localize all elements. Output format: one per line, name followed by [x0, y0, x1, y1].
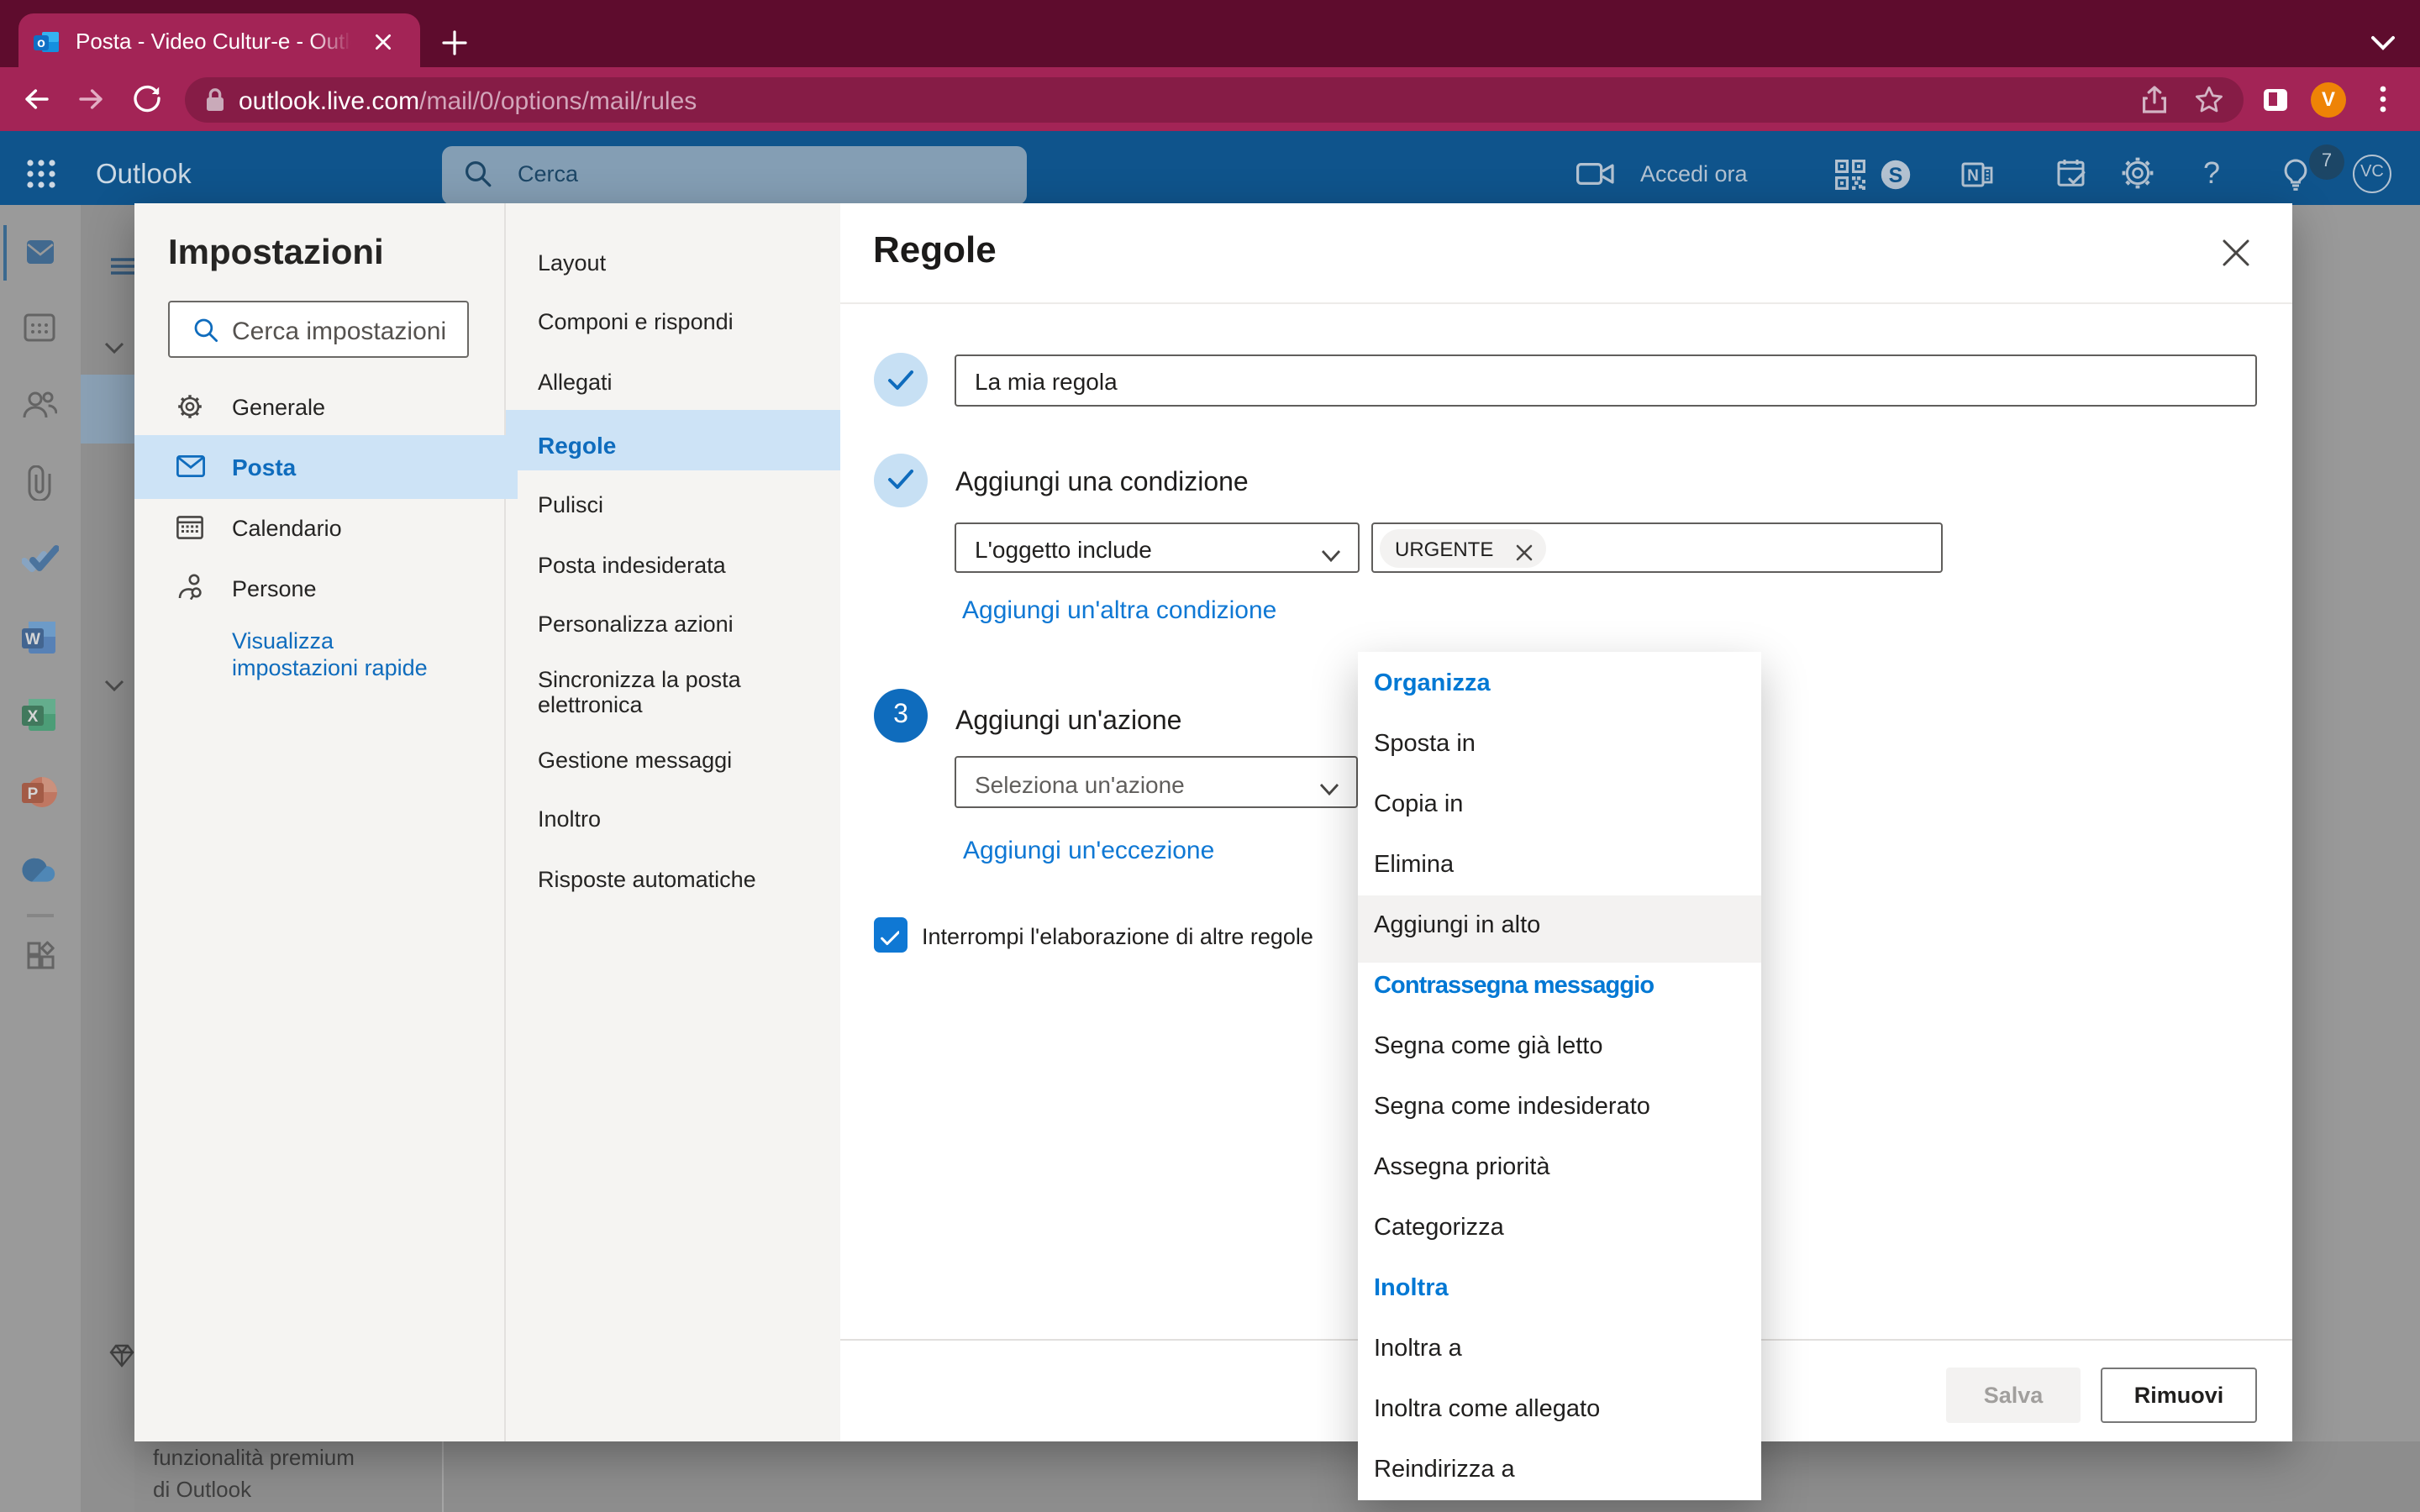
- svg-text:N: N: [1967, 167, 1979, 185]
- svg-text:o: o: [37, 36, 45, 50]
- svg-text:S: S: [1889, 164, 1903, 187]
